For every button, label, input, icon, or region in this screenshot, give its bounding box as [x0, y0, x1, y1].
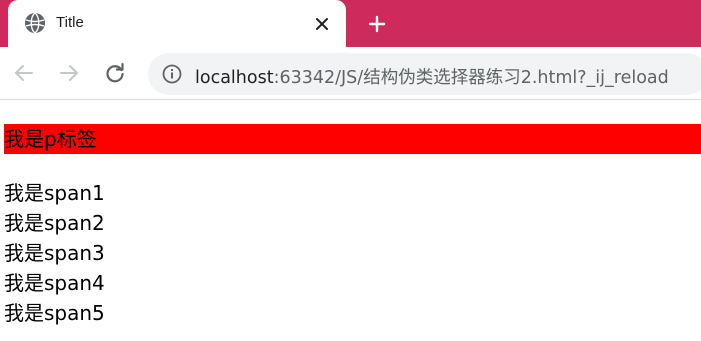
- reload-icon[interactable]: [103, 61, 127, 85]
- span-2: 我是span2: [4, 211, 105, 235]
- back-arrow-icon[interactable]: [12, 61, 36, 85]
- span-1: 我是span1: [4, 181, 105, 205]
- url-text[interactable]: localhost:63342/JS/结构伪类选择器练习2.html?_ij_r…: [195, 64, 669, 89]
- url-host: localhost: [195, 68, 274, 88]
- plus-icon[interactable]: [364, 11, 390, 37]
- tab-strip: Title: [0, 0, 701, 47]
- close-icon[interactable]: [310, 12, 334, 36]
- globe-icon: [24, 12, 46, 34]
- info-icon[interactable]: [162, 64, 182, 84]
- forward-arrow-icon[interactable]: [57, 61, 81, 85]
- url-path: :63342/JS/结构伪类选择器练习2.html?_ij_reload: [273, 68, 669, 88]
- span-list: 我是span1 我是span2 我是span3 我是span4 我是span5: [4, 178, 105, 328]
- p-element: 我是p标签: [4, 124, 701, 154]
- tab-title: Title: [56, 14, 84, 31]
- span-3: 我是span3: [4, 241, 105, 265]
- span-4: 我是span4: [4, 271, 105, 295]
- active-tab[interactable]: Title: [8, 0, 346, 47]
- address-bar[interactable]: localhost:63342/JS/结构伪类选择器练习2.html?_ij_r…: [148, 53, 701, 95]
- browser-toolbar: localhost:63342/JS/结构伪类选择器练习2.html?_ij_r…: [0, 47, 701, 100]
- span-5: 我是span5: [4, 301, 105, 325]
